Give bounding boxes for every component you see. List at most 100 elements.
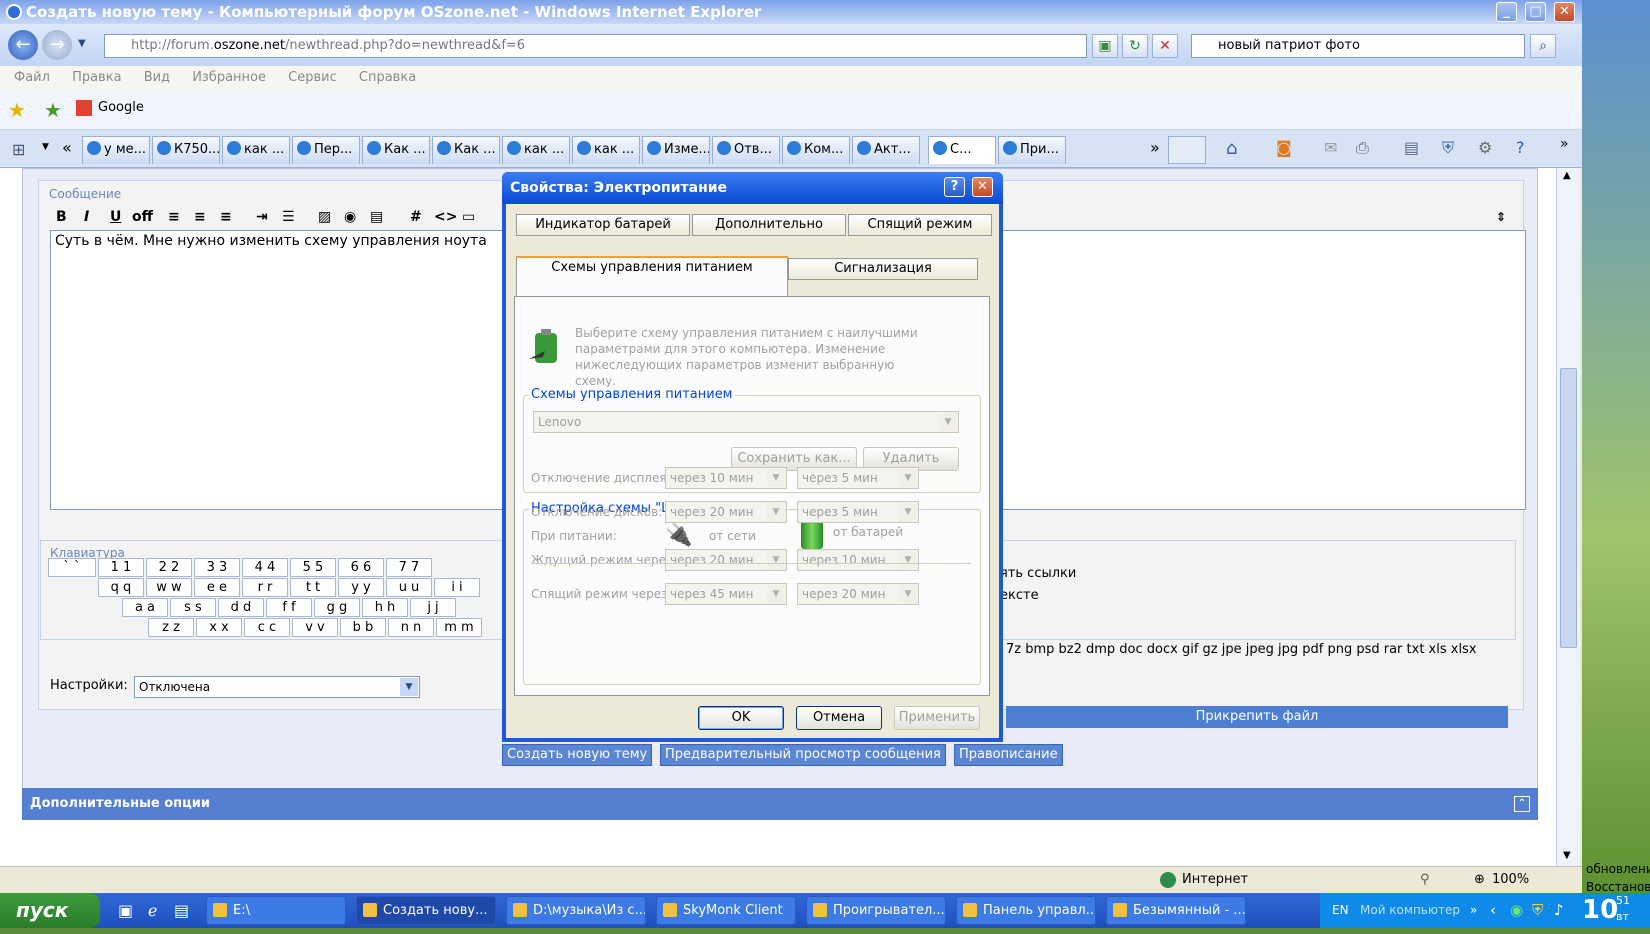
menu-edit[interactable]: Правка: [72, 70, 121, 85]
keyboard-key[interactable]: 5 5: [290, 558, 336, 577]
browser-tab[interactable]: Как ...: [362, 136, 430, 164]
new-tab-button[interactable]: [1168, 136, 1206, 164]
cancel-button[interactable]: Отмена: [796, 706, 882, 730]
align-right-icon[interactable]: ≡: [220, 206, 232, 228]
keyboard-key[interactable]: q q: [98, 578, 144, 597]
menu-favorites[interactable]: Избранное: [192, 70, 266, 85]
home-icon[interactable]: ⌂: [1226, 138, 1237, 159]
collapse-icon[interactable]: ⌃: [1514, 796, 1530, 812]
show-desktop-icon[interactable]: ▣: [118, 901, 133, 920]
google-link[interactable]: Google: [98, 100, 144, 115]
keyboard-key[interactable]: d d: [218, 598, 264, 617]
taskbar-button[interactable]: SkyMonk Client: [656, 896, 796, 925]
keyboard-key[interactable]: 3 3: [194, 558, 240, 577]
setting-dc-select[interactable]: через 20 мин ▼: [797, 583, 919, 605]
keyboard-key[interactable]: v v: [292, 618, 338, 637]
url-input[interactable]: http://forum.oszone.net/newthread.php?do…: [104, 34, 1087, 58]
search-icon[interactable]: ⌕: [1530, 34, 1556, 58]
dialog-close-icon[interactable]: ✕: [972, 177, 993, 197]
keyboard-key[interactable]: 6 6: [338, 558, 384, 577]
browser-tab[interactable]: как ...: [222, 136, 290, 164]
ie-quicklaunch-icon[interactable]: ℯ: [148, 901, 157, 920]
menu-tools[interactable]: Сервис: [288, 70, 337, 85]
taskbar-button[interactable]: D:\музыка\Из с...: [506, 896, 646, 925]
print-icon[interactable]: ⎙: [1356, 138, 1369, 158]
hash-icon[interactable]: #: [410, 206, 422, 228]
protected-mode-icon[interactable]: ⚲: [1420, 867, 1430, 893]
keyboard-key[interactable]: x x: [196, 618, 242, 637]
stop-icon[interactable]: ✕: [1152, 34, 1178, 58]
browser-tab[interactable]: как ...: [502, 136, 570, 164]
browser-tab[interactable]: как ...: [572, 136, 640, 164]
tabs-left-icon[interactable]: «: [62, 138, 72, 157]
security-icon[interactable]: ⛨: [1532, 893, 1543, 928]
browser-tab[interactable]: С...: [928, 136, 996, 164]
vertical-scrollbar[interactable]: ▲ ▼: [1556, 168, 1580, 866]
align-center-icon[interactable]: ≡: [194, 206, 206, 228]
maximize-button[interactable]: □: [1525, 2, 1546, 22]
align-left-icon[interactable]: ≡: [168, 206, 180, 228]
scroll-up-icon[interactable]: ▲: [1563, 170, 1571, 181]
keyboard-key[interactable]: y y: [338, 578, 384, 597]
zoom-level[interactable]: 100%: [1492, 867, 1529, 893]
refresh-icon[interactable]: ↻: [1122, 34, 1148, 58]
keyboard-key[interactable]: 7 7: [386, 558, 432, 577]
italic-button[interactable]: I: [84, 206, 89, 228]
keyboard-key[interactable]: h h: [362, 598, 408, 617]
keyboard-key[interactable]: j j: [410, 598, 456, 617]
list-icon[interactable]: ☰: [282, 206, 295, 228]
network-icon[interactable]: ◉: [1510, 893, 1523, 928]
forward-icon[interactable]: →: [42, 30, 72, 60]
preview-button[interactable]: Предварительный просмотр сообщения: [660, 744, 946, 766]
keyboard-key[interactable]: b b: [340, 618, 386, 637]
help-icon[interactable]: ?: [1516, 138, 1525, 157]
keyboard-key[interactable]: r r: [242, 578, 288, 597]
browser-tab[interactable]: Отв...: [712, 136, 780, 164]
resize-icon[interactable]: ⇕: [1496, 206, 1506, 228]
code-icon[interactable]: <>: [434, 206, 457, 228]
keyboard-key[interactable]: u u: [386, 578, 432, 597]
tabs-right-icon[interactable]: »: [1150, 138, 1160, 157]
menu-view[interactable]: Вид: [144, 70, 170, 85]
language-indicator[interactable]: EN: [1332, 893, 1349, 928]
tab-advanced[interactable]: Дополнительно: [692, 214, 846, 236]
off-button[interactable]: off: [132, 206, 153, 228]
keyboard-key[interactable]: t t: [290, 578, 336, 597]
browser-tab[interactable]: Акт...: [852, 136, 920, 164]
ok-button[interactable]: OK: [698, 706, 784, 730]
toolbar-more-icon[interactable]: »: [1560, 136, 1569, 152]
keyboard-key[interactable]: 4 4: [242, 558, 288, 577]
keyboard-key[interactable]: c c: [244, 618, 290, 637]
browser-tab[interactable]: Пер...: [292, 136, 360, 164]
favorites-star-icon[interactable]: ★: [8, 98, 26, 122]
keyboard-key[interactable]: e e: [194, 578, 240, 597]
keyboard-key[interactable]: f f: [266, 598, 312, 617]
link-icon[interactable]: ◉: [344, 206, 356, 228]
keyboard-key[interactable]: z z: [148, 618, 194, 637]
settings-select[interactable]: Отключена ▼: [134, 676, 420, 698]
mail-icon[interactable]: ✉: [1324, 138, 1337, 157]
spellcheck-button[interactable]: Правописание: [954, 744, 1063, 766]
tray-chevron-icon[interactable]: ‹: [1490, 893, 1496, 928]
scroll-thumb[interactable]: [1560, 368, 1577, 648]
volume-icon[interactable]: ♪: [1554, 893, 1564, 928]
dialog-help-icon[interactable]: ?: [944, 177, 965, 197]
create-thread-button[interactable]: Создать новую тему: [502, 744, 653, 766]
close-button[interactable]: ✕: [1554, 2, 1575, 22]
keyboard-key[interactable]: s s: [170, 598, 216, 617]
keyboard-key[interactable]: 1 1: [98, 558, 144, 577]
search-input[interactable]: новый патриот фото: [1191, 34, 1525, 58]
taskbar-button[interactable]: E:\: [206, 896, 346, 925]
tools-gear-icon[interactable]: ⚙: [1478, 138, 1492, 157]
setting-ac-select[interactable]: через 20 мин ▼: [665, 501, 787, 523]
explorer-quicklaunch-icon[interactable]: ▤: [174, 901, 189, 920]
image-icon[interactable]: ▨: [318, 206, 331, 228]
taskbar-button[interactable]: Создать нову...: [356, 896, 496, 925]
email-icon[interactable]: ▤: [370, 206, 383, 228]
taskbar-button[interactable]: Безымянный - ...: [1106, 896, 1246, 925]
minimize-button[interactable]: _: [1496, 2, 1517, 22]
browser-tab[interactable]: Как ...: [432, 136, 500, 164]
setting-ac-select[interactable]: через 20 мин ▼: [665, 549, 787, 571]
tab-hibernate[interactable]: Спящий режим: [848, 214, 992, 236]
add-favorite-icon[interactable]: ★: [44, 98, 62, 122]
